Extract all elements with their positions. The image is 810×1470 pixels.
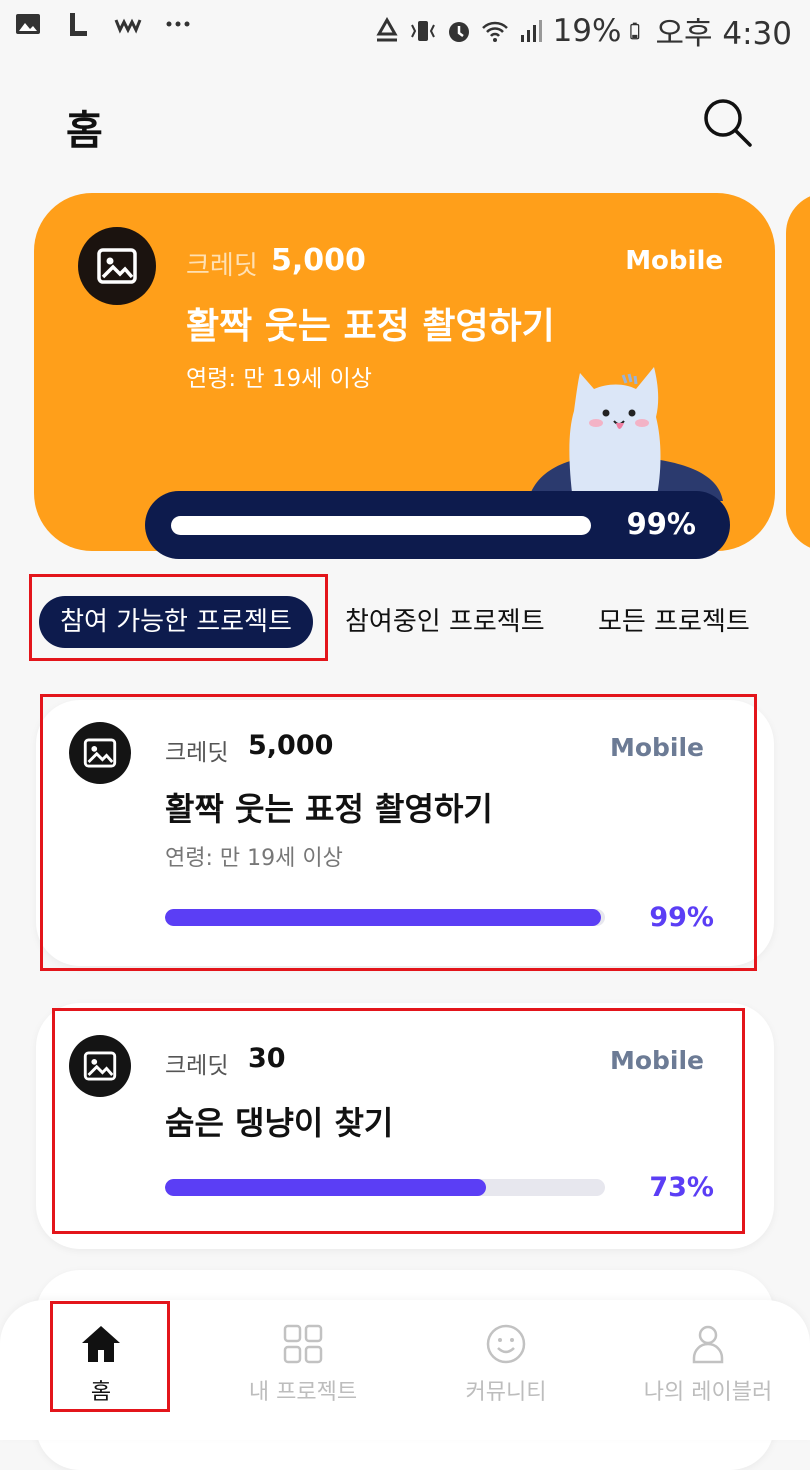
progress-percent: 99% — [649, 902, 714, 933]
wave-icon — [114, 18, 142, 34]
clock: 오후 4:30 — [655, 16, 792, 52]
search-button[interactable] — [700, 95, 756, 151]
more-icon — [166, 21, 190, 27]
project-title: 활짝 웃는 표정 촬영하기 — [186, 306, 555, 347]
battery-icon — [630, 22, 640, 39]
profile-icon — [692, 1325, 724, 1364]
progress-fill — [165, 1179, 487, 1196]
status-bar: 19% 오후 4:30 — [0, 0, 810, 58]
nav-label: 커뮤니티 — [465, 1380, 547, 1405]
project-card[interactable]: 크레딧 30 Mobile 숨은 댕냥이 찾기 73% — [36, 1003, 774, 1249]
nav-community[interactable]: 커뮤니티 — [405, 1300, 607, 1440]
featured-banner[interactable]: 크레딧 5,000 Mobile 활짝 웃는 표정 촬영하기 연령: 만 19세… — [34, 193, 775, 559]
signal-icon — [520, 19, 542, 42]
nav-home[interactable]: 홈 — [0, 1300, 202, 1440]
wifi-icon — [481, 21, 508, 42]
line-icon — [70, 13, 87, 36]
platform-label: Mobile — [609, 1046, 704, 1075]
project-title: 활짝 웃는 표정 촬영하기 — [165, 790, 493, 828]
hero-progress-percent: 99% — [626, 507, 696, 541]
project-thumbnail — [69, 1035, 131, 1097]
cat-illustration — [528, 367, 723, 501]
image-icon — [97, 248, 137, 284]
tab-participating-projects[interactable]: 참여중인 프로젝트 — [345, 596, 545, 648]
credit-value: 5,000 — [271, 243, 366, 278]
image-icon — [83, 738, 117, 768]
age-requirement: 연령: 만 19세 이상 — [165, 846, 343, 871]
nav-label: 내 프로젝트 — [248, 1380, 358, 1405]
grid-icon — [283, 1324, 323, 1364]
nav-my-labeler[interactable]: 나의 레이블러 — [607, 1300, 809, 1440]
credit-label: 크레딧 — [165, 1053, 229, 1079]
gallery-icon — [16, 14, 40, 34]
project-thumbnail — [69, 722, 131, 784]
next-banner-peek[interactable] — [786, 193, 810, 551]
project-thumbnail — [78, 227, 156, 305]
credit-label: 크레딧 — [186, 251, 258, 281]
app-header: 홈 — [0, 80, 810, 170]
age-requirement: 연령: 만 19세 이상 — [186, 366, 372, 392]
page-title: 홈 — [66, 108, 103, 154]
hero-progress-track — [171, 516, 591, 535]
progress-percent: 73% — [649, 1172, 714, 1203]
recycle-icon — [375, 16, 398, 41]
battery-percent: 19% — [552, 12, 622, 49]
smiley-icon — [486, 1324, 526, 1364]
credit-label: 크레딧 — [165, 740, 229, 766]
nav-label: 나의 레이블러 — [643, 1380, 773, 1405]
credit-value: 30 — [248, 1043, 286, 1074]
nav-label: 홈 — [90, 1380, 112, 1405]
credit-value: 5,000 — [248, 730, 334, 761]
home-icon — [82, 1326, 120, 1362]
tab-available-projects[interactable]: 참여 가능한 프로젝트 — [39, 596, 313, 648]
progress-track — [165, 909, 605, 926]
alarm-icon — [448, 21, 469, 42]
platform-label: Mobile — [609, 733, 704, 762]
tab-all-projects[interactable]: 모든 프로젝트 — [598, 596, 750, 648]
vibrate-icon — [410, 20, 435, 41]
project-title: 숨은 댕냥이 찾기 — [165, 1104, 394, 1142]
project-tabs: 참여 가능한 프로젝트 참여중인 프로젝트 모든 프로젝트 — [0, 590, 810, 656]
platform-label: Mobile — [625, 246, 723, 276]
nav-my-projects[interactable]: 내 프로젝트 — [202, 1300, 404, 1440]
progress-track — [165, 1179, 605, 1196]
image-icon — [83, 1051, 117, 1081]
hero-progress-bar: 99% — [145, 491, 730, 559]
progress-fill — [165, 909, 601, 926]
search-icon — [704, 99, 752, 147]
bottom-navigation: 홈 내 프로젝트 커뮤니티 나의 레이블러 — [0, 1300, 810, 1440]
project-card[interactable]: 크레딧 5,000 Mobile 활짝 웃는 표정 촬영하기 연령: 만 19세… — [36, 700, 774, 966]
